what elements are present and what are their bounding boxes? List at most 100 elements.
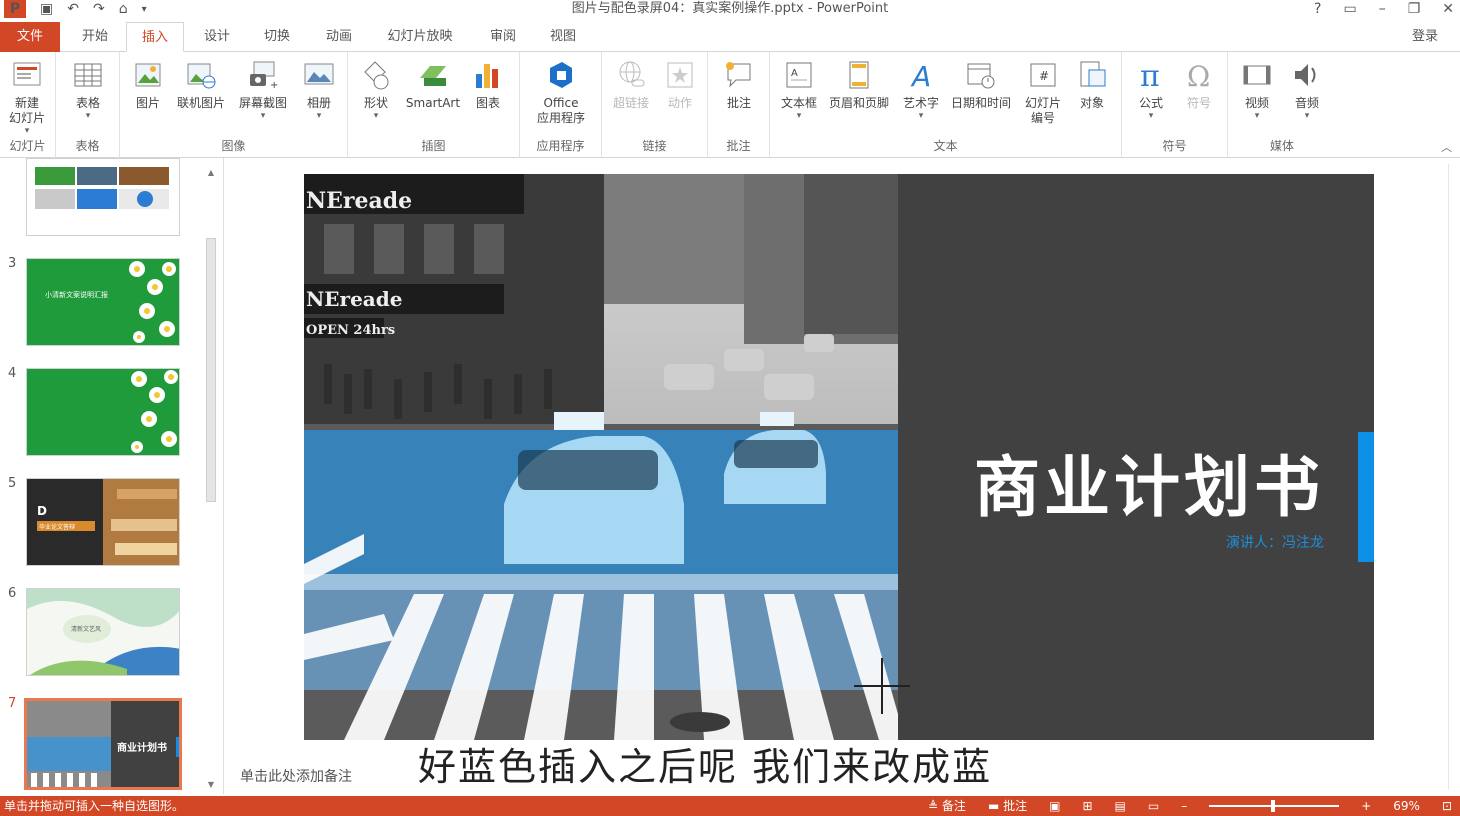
group-links: 超链接 动作 链接	[602, 52, 708, 158]
notes-toggle[interactable]: ≜ 备注	[928, 796, 966, 816]
storefront-sign-1: NEreade	[306, 188, 412, 214]
accent-bar[interactable]	[1358, 432, 1374, 562]
tab-slideshow[interactable]: 幻灯片放映	[378, 22, 462, 52]
slide-sorter-icon[interactable]: ⊞	[1082, 796, 1092, 816]
tab-design[interactable]: 设计	[192, 22, 242, 52]
new-slide-button[interactable]: 新建 幻灯片 ▾	[2, 58, 52, 136]
tab-review[interactable]: 审阅	[478, 22, 528, 52]
online-picture-button[interactable]: 联机图片	[172, 58, 230, 111]
collapse-ribbon-icon[interactable]: ︿	[1441, 139, 1452, 155]
video-button[interactable]: 视频 ▾	[1234, 58, 1280, 121]
group-label-slides: 幻灯片	[9, 139, 46, 153]
comment-button[interactable]: 批注	[716, 58, 762, 111]
slide-editing-area: NEreade NEreade OPEN 24hrs 商业计划书 演讲人：冯注龙	[224, 158, 1460, 794]
normal-view-icon[interactable]: ▣	[1049, 796, 1060, 816]
group-label-symbols: 符号	[1162, 139, 1187, 153]
hyperlink-icon	[619, 61, 645, 87]
hyperlink-label: 超链接	[612, 96, 649, 110]
minimize-icon[interactable]: –	[1379, 0, 1386, 18]
textbox-button[interactable]: A 文本框 ▾	[774, 58, 824, 121]
title-panel[interactable]: 商业计划书 演讲人：冯注龙	[898, 174, 1374, 740]
slide-scrollbar[interactable]	[1448, 164, 1460, 790]
shapes-button[interactable]: 形状 ▾	[356, 58, 396, 121]
close-icon[interactable]: ✕	[1442, 0, 1454, 18]
chart-button[interactable]: 图表	[468, 58, 508, 111]
slide-subtitle[interactable]: 演讲人：冯注龙	[1226, 532, 1324, 552]
hyperlink-button[interactable]: 超链接	[608, 58, 654, 111]
tab-insert[interactable]: 插入	[126, 22, 184, 52]
smartart-button[interactable]: SmartArt	[402, 58, 464, 111]
symbol-button[interactable]: Ω 符号	[1176, 58, 1222, 111]
zoom-slider[interactable]	[1209, 800, 1340, 812]
restore-icon[interactable]: ❐	[1408, 0, 1421, 18]
scroll-down-icon[interactable]: ▼	[204, 780, 218, 789]
table-button[interactable]: 表格 ▾	[64, 58, 112, 121]
shapes-icon	[364, 61, 389, 90]
zoom-level[interactable]: 69%	[1393, 796, 1420, 816]
notes-placeholder[interactable]: 单击此处添加备注	[240, 766, 352, 786]
street-photo[interactable]: NEreade NEreade OPEN 24hrs	[304, 174, 898, 740]
tab-animations[interactable]: 动画	[314, 22, 364, 52]
current-slide[interactable]: NEreade NEreade OPEN 24hrs 商业计划书 演讲人：冯注龙	[304, 174, 1374, 740]
thumbnail-number: 3	[8, 256, 17, 271]
action-button[interactable]: 动作	[658, 58, 702, 111]
reading-view-icon[interactable]: ▤	[1115, 796, 1126, 816]
status-bar: 单击并拖动可插入一种自选图形。 ≜ 备注 ▬ 批注 ▣ ⊞ ▤ ▭ – + 69…	[0, 796, 1460, 816]
title-bar: P ▣ ↶ ↷ ⌂ ▾ 图片与配色录屏04：真实案例操作.pptx - Powe…	[0, 0, 1460, 20]
equation-button[interactable]: π 公式 ▾	[1128, 58, 1174, 121]
wordart-button[interactable]: A 艺术字 ▾	[894, 58, 948, 121]
slide-number-icon: #	[1030, 63, 1056, 87]
slide-title[interactable]: 商业计划书	[898, 434, 1324, 530]
zoom-out-icon[interactable]: –	[1181, 796, 1187, 816]
textbox-icon: A	[786, 62, 812, 88]
tab-view[interactable]: 视图	[538, 22, 588, 52]
chart-label: 图表	[475, 96, 500, 110]
online-picture-icon	[187, 63, 216, 89]
new-slide-icon	[13, 62, 41, 86]
audio-button[interactable]: 音频 ▾	[1284, 58, 1330, 121]
dropdown-arrow-icon: ▾	[260, 111, 266, 121]
equation-icon: π	[1140, 59, 1160, 92]
photo-album-button[interactable]: 相册 ▾	[296, 58, 342, 121]
zoom-slider-thumb[interactable]	[1271, 800, 1276, 812]
comments-toggle[interactable]: ▬ 批注	[988, 796, 1027, 816]
svg-text:+: +	[270, 80, 278, 91]
date-time-label: 日期和时间	[950, 96, 1011, 110]
ribbon-display-icon[interactable]: ▭	[1343, 0, 1356, 18]
slide-thumbnail-5[interactable]: D 毕业论文答辩	[26, 478, 180, 566]
slide-thumbnail-7[interactable]: 商业计划书	[24, 698, 182, 790]
fit-to-window-icon[interactable]: ⊡	[1442, 796, 1452, 816]
slide-thumbnail-4[interactable]	[26, 368, 180, 456]
photo-album-label: 相册	[306, 96, 331, 110]
crosshair-cursor-icon	[854, 658, 910, 714]
slide-number-button[interactable]: # 幻灯片 编号	[1018, 58, 1068, 126]
date-time-button[interactable]: 日期和时间	[946, 58, 1016, 111]
slide-thumbnail-6[interactable]: 清新文艺风	[26, 588, 180, 676]
zoom-in-icon[interactable]: +	[1361, 796, 1371, 816]
screenshot-button[interactable]: + 屏幕截图 ▾	[234, 58, 292, 121]
help-icon[interactable]: ?	[1314, 0, 1321, 18]
slide-thumbnail-3[interactable]: 小清新文案说明汇报	[26, 258, 180, 346]
object-button[interactable]: 对象	[1070, 58, 1114, 111]
symbol-icon: Ω	[1187, 60, 1210, 92]
tab-home[interactable]: 开始	[70, 22, 120, 52]
tab-file[interactable]: 文件	[0, 22, 60, 52]
screenshot-icon: +	[250, 61, 278, 91]
header-footer-button[interactable]: 页眉和页脚	[824, 58, 894, 111]
scroll-up-icon[interactable]: ▲	[204, 168, 218, 177]
scrollbar-thumb[interactable]	[206, 238, 216, 502]
thumbnails-scrollbar[interactable]: ▲ ▼	[204, 164, 218, 790]
group-slides: 新建 幻灯片 ▾ 幻灯片	[0, 52, 56, 158]
login-link[interactable]: 登录	[1412, 22, 1438, 52]
screenshot-label: 屏幕截图	[238, 96, 287, 110]
picture-button[interactable]: 图片	[128, 58, 168, 111]
tab-transitions[interactable]: 切换	[252, 22, 302, 52]
dropdown-arrow-icon: ▾	[1148, 111, 1154, 121]
video-label: 视频	[1244, 96, 1269, 110]
office-apps-button[interactable]: Office 应用程序	[524, 58, 598, 126]
object-label: 对象	[1079, 96, 1104, 110]
slideshow-view-icon[interactable]: ▭	[1148, 796, 1159, 816]
thumbnail-5-text: 毕业论文答辩	[39, 523, 75, 531]
svg-text:A: A	[791, 68, 798, 79]
slide-thumbnail-2[interactable]	[26, 158, 180, 236]
